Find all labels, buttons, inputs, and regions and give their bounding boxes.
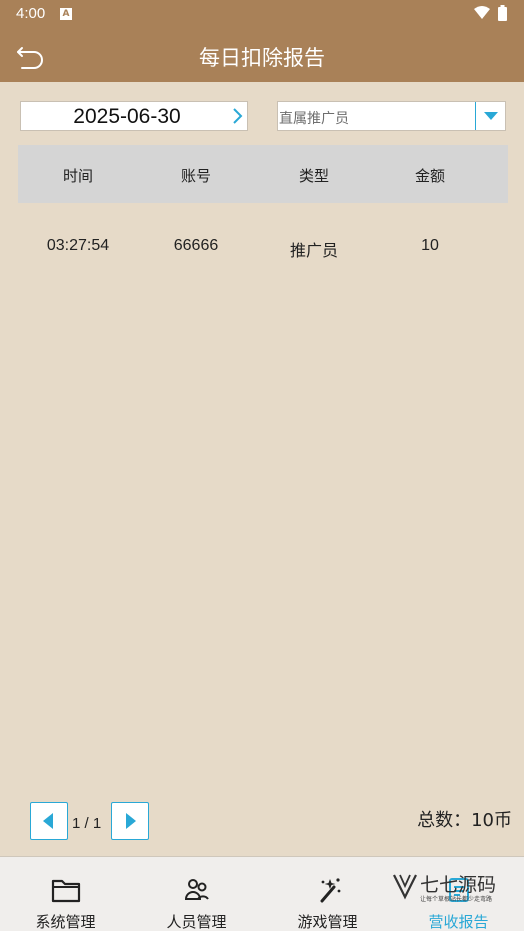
people-icon bbox=[184, 879, 209, 900]
date-picker[interactable]: 2025-06-30 bbox=[20, 101, 248, 131]
status-bar: 4:00 A bbox=[0, 0, 524, 28]
nav-label-games: 游戏管理 bbox=[297, 913, 358, 931]
dropdown-button[interactable] bbox=[475, 102, 505, 130]
triangle-right-icon bbox=[126, 813, 136, 829]
nav-label-revenue: 营收报告 bbox=[428, 913, 489, 931]
table-row[interactable]: 03:27:54 66666 推广员 10 bbox=[18, 225, 508, 265]
total-amount: 总数：10币 bbox=[417, 810, 512, 831]
column-header-type: 类型 bbox=[298, 167, 329, 185]
nav-item-personnel[interactable]: 人员管理 bbox=[131, 857, 262, 931]
status-time: 4:00 bbox=[16, 5, 46, 22]
agent-select-value: 直属推广员 bbox=[279, 111, 349, 127]
agent-select[interactable]: 直属推广员 bbox=[277, 101, 506, 131]
column-header-time: 时间 bbox=[62, 167, 93, 185]
watermark-subtitle: 让每个草根站长都少走弯路 bbox=[420, 896, 493, 903]
nav-item-games[interactable]: 游戏管理 bbox=[262, 857, 393, 931]
folder-icon bbox=[51, 879, 80, 903]
triangle-down-icon bbox=[484, 112, 498, 120]
cell-amount: 10 bbox=[421, 237, 439, 254]
date-value: 2025-06-30 bbox=[73, 105, 181, 128]
chevron-right-icon[interactable] bbox=[231, 105, 245, 127]
nav-label-system: 系统管理 bbox=[35, 913, 96, 931]
page-title: 每日扣除报告 bbox=[199, 46, 325, 70]
magic-wand-icon bbox=[320, 878, 340, 903]
next-page-button[interactable] bbox=[111, 802, 149, 840]
logo-icon bbox=[393, 874, 417, 900]
triangle-left-icon bbox=[43, 813, 53, 829]
watermark-logo: 七七源码 让每个草根站长都少走弯路 bbox=[392, 870, 512, 910]
prev-page-button[interactable] bbox=[30, 802, 68, 840]
column-header-account: 账号 bbox=[180, 167, 211, 185]
app-bar: 每日扣除报告 bbox=[0, 28, 524, 82]
wifi-battery-icon bbox=[474, 5, 507, 21]
column-header-amount: 金额 bbox=[414, 167, 445, 185]
page-indicator: 1 / 1 bbox=[72, 815, 102, 832]
status-icons bbox=[472, 5, 512, 27]
notification-icon: A bbox=[60, 8, 72, 20]
cell-account: 66666 bbox=[173, 237, 219, 254]
cell-type: 推广员 bbox=[289, 241, 338, 260]
nav-item-system[interactable]: 系统管理 bbox=[0, 857, 131, 931]
cell-time: 03:27:54 bbox=[46, 237, 110, 254]
nav-label-personnel: 人员管理 bbox=[166, 913, 227, 931]
table-header: 时间 账号 类型 金额 bbox=[18, 145, 508, 203]
watermark-title: 七七源码 bbox=[420, 874, 497, 896]
